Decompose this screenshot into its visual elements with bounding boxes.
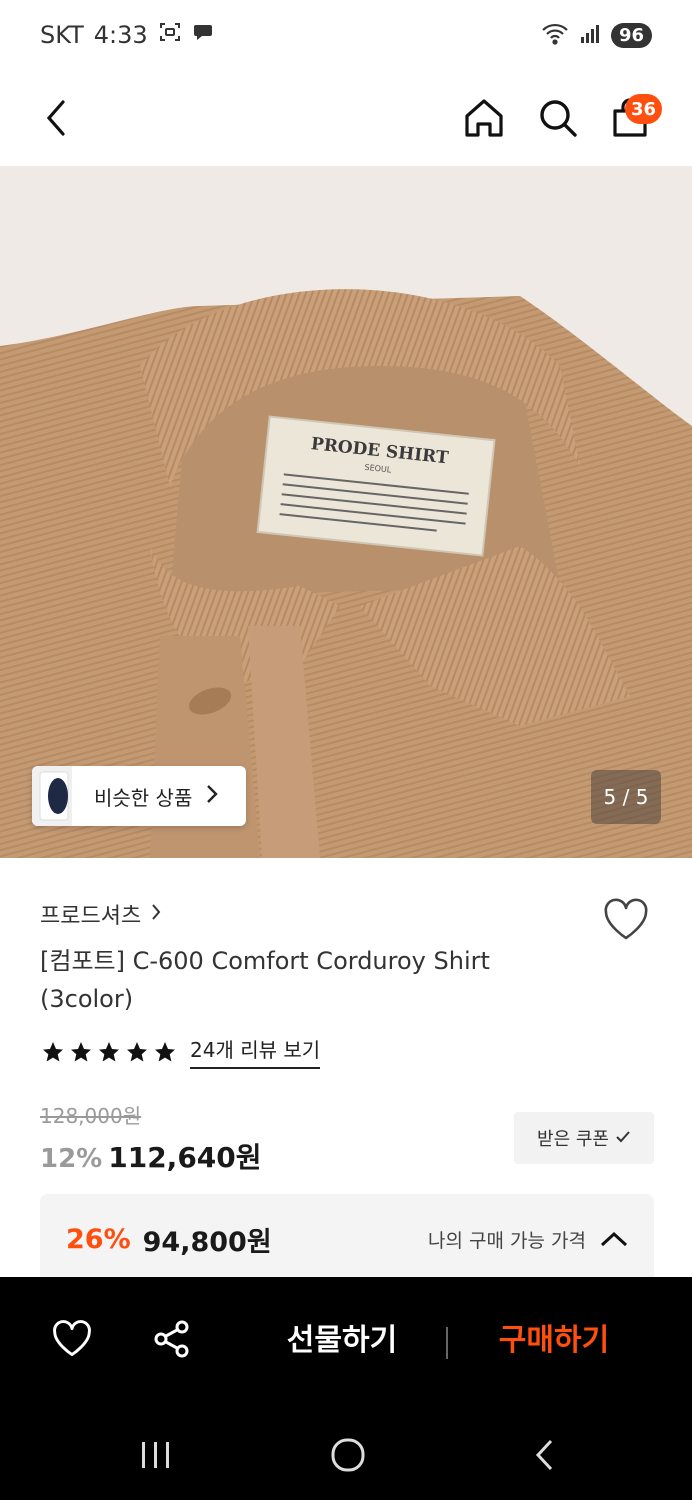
chevron-right-icon	[206, 784, 219, 808]
rating-row: 24개 리뷰 보기	[40, 1034, 321, 1069]
chevron-up-icon	[600, 1231, 628, 1247]
status-right: 96	[541, 21, 652, 49]
battery-indicator: 96	[610, 22, 652, 48]
home-system-button[interactable]	[318, 1430, 378, 1480]
star-icon	[127, 1041, 147, 1061]
brand-link[interactable]: 프로드셔츠	[40, 898, 161, 930]
star-icon	[71, 1041, 91, 1061]
product-image-gallery[interactable]: PRODE SHIRT SEOUL	[0, 166, 692, 858]
signal-icon	[579, 22, 601, 48]
status-left: SKT 4:33	[40, 20, 216, 50]
buy-button[interactable]: 구매하기	[474, 1315, 634, 1359]
carrier-label: SKT	[40, 21, 84, 49]
price-row: 12% 112,640원	[40, 1136, 262, 1176]
best-price-toggle[interactable]: 나의 구매 가능 가격	[428, 1226, 628, 1253]
chevron-right-icon	[151, 902, 161, 927]
divider	[446, 1327, 448, 1359]
back-button[interactable]	[24, 86, 88, 150]
star-icon	[43, 1041, 63, 1061]
brand-name: 프로드셔츠	[40, 904, 142, 929]
best-price-box[interactable]: 26% 94,800원 나의 구매 가능 가격	[40, 1194, 654, 1284]
wishlist-heart-button[interactable]	[598, 892, 654, 948]
system-navigation-bar	[0, 1410, 692, 1500]
sale-price: 112,640원	[108, 1141, 262, 1174]
share-icon	[154, 1320, 189, 1358]
similar-product-thumbnail	[32, 766, 72, 826]
best-price: 94,800원	[142, 1226, 272, 1258]
similar-products-label: 비슷한 상품	[94, 785, 193, 810]
share-button[interactable]	[140, 1307, 204, 1371]
home-button[interactable]	[452, 86, 516, 150]
home-circle-icon	[331, 1438, 365, 1472]
image-counter: 5 / 5	[591, 770, 661, 824]
top-navigation: 36	[0, 70, 692, 166]
similar-products-button[interactable]: 비슷한 상품	[32, 766, 246, 826]
cart-count-badge: 36	[624, 94, 662, 124]
status-bar: SKT 4:33 96	[0, 0, 692, 70]
cart-button[interactable]: 36	[598, 86, 662, 150]
bottom-action-bar: 선물하기 구매하기	[0, 1277, 692, 1410]
best-price-label: 나의 구매 가능 가격	[428, 1229, 586, 1252]
discount-rate: 12%	[40, 1144, 103, 1174]
checkmark-icon	[615, 1128, 631, 1149]
rating-stars	[40, 1040, 178, 1064]
chat-bubble-icon	[192, 20, 216, 50]
best-discount-rate: 26%	[66, 1223, 131, 1255]
wifi-icon	[541, 21, 569, 49]
search-button[interactable]	[526, 86, 590, 150]
recent-apps-icon	[142, 1442, 169, 1468]
back-system-button[interactable]	[514, 1430, 574, 1480]
heart-icon	[53, 1320, 91, 1357]
star-icon	[155, 1041, 175, 1061]
star-icon	[99, 1041, 119, 1061]
like-button[interactable]	[40, 1307, 104, 1371]
received-coupon-button[interactable]: 받은 쿠폰	[514, 1112, 654, 1164]
coupon-label: 받은 쿠폰	[537, 1129, 609, 1150]
back-chevron-icon	[535, 1439, 553, 1471]
screen-capture-icon	[158, 20, 182, 50]
heart-icon	[604, 898, 648, 940]
time-label: 4:33	[93, 21, 148, 49]
product-photo: PRODE SHIRT SEOUL	[0, 166, 692, 858]
review-link[interactable]: 24개 리뷰 보기	[190, 1034, 321, 1069]
recent-apps-button[interactable]	[126, 1430, 186, 1480]
product-title: [컴포트] C-600 Comfort Corduroy Shirt (3col…	[40, 947, 490, 1013]
original-price: 128,000원	[40, 1104, 142, 1128]
gift-button[interactable]: 선물하기	[262, 1315, 422, 1359]
